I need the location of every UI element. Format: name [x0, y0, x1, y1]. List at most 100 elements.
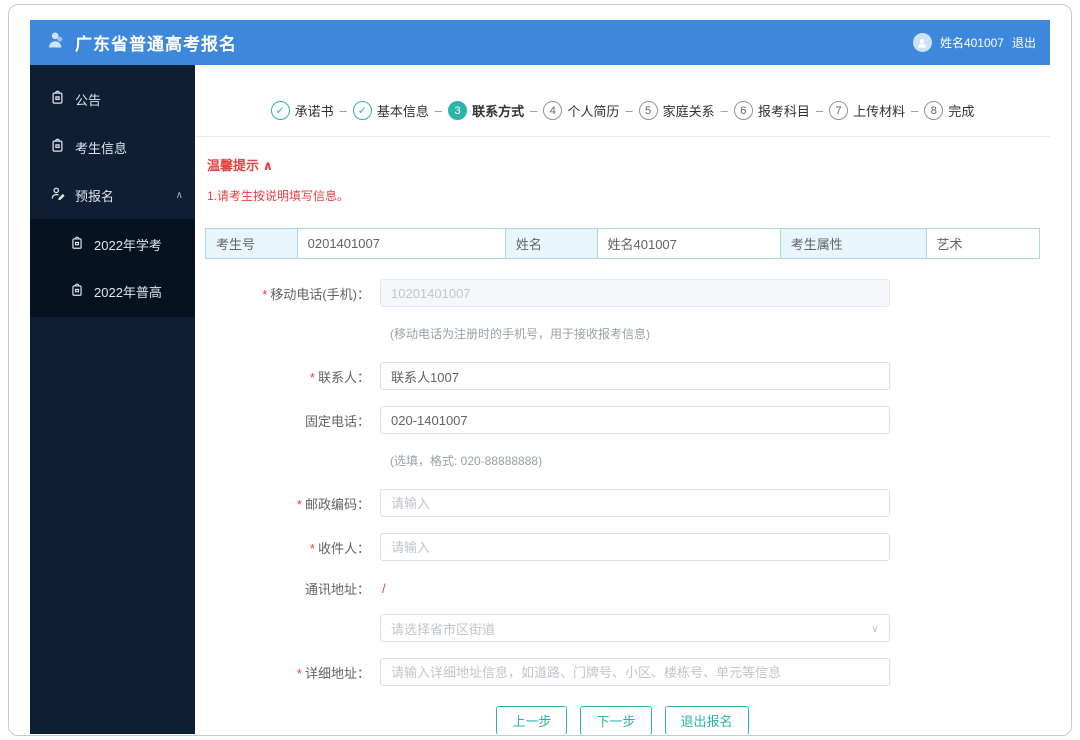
sidebar-item-label: 2022年普高: [94, 285, 162, 300]
next-step-button[interactable]: 下一步: [580, 706, 652, 734]
step-upload: 7 上传材料: [829, 101, 905, 120]
sidebar-item-preregistration[interactable]: 预报名 ∧: [30, 171, 195, 219]
person-pen-icon: [50, 186, 65, 204]
clipboard-icon: [50, 138, 65, 156]
user-avatar-icon: [912, 33, 932, 52]
table-value-attribute: 艺术: [926, 229, 1039, 258]
header-user-area: 姓名401007 退出: [912, 33, 1036, 52]
step-contact-info: 3 联系方式: [448, 101, 524, 120]
user-name: 姓名401007: [939, 36, 1004, 50]
page-title: 广东省普通高考报名: [75, 35, 237, 54]
sidebar-item-2022-xuekao[interactable]: 2022年学考: [30, 221, 195, 268]
region-select-placeholder: 请选择省市区街道: [391, 621, 496, 637]
tips-title-toggle[interactable]: 温馨提示 ∧: [207, 155, 1038, 174]
step-separator: –: [434, 103, 443, 118]
mobile-phone-row: 移动电话(手机)：: [195, 279, 1050, 307]
step-label: 承诺书: [294, 104, 334, 119]
contact-form: 移动电话(手机)： (移动电话为注册时的手机号，用于接收报考信息) 联系人： 固…: [195, 259, 1050, 734]
postcode-row: 邮政编码：: [195, 489, 1050, 517]
mobile-phone-label: 移动电话(手机)：: [195, 284, 380, 303]
mobile-phone-note: (移动电话为注册时的手机号，用于接收报考信息): [390, 327, 650, 341]
step-number: 3: [448, 101, 468, 120]
table-header-attribute: 考生属性: [780, 229, 927, 258]
step-number: 8: [924, 101, 944, 120]
postcode-label: 邮政编码：: [195, 494, 380, 513]
detail-address-label: 详细地址：: [195, 663, 380, 682]
app-window: 广东省普通高考报名 姓名401007 退出 公告 考生信息 预报名 ∧ 2022…: [30, 20, 1050, 734]
recipient-row: 收件人：: [195, 533, 1050, 561]
prev-step-button[interactable]: 上一步: [496, 706, 568, 734]
exit-registration-button[interactable]: 退出报名: [664, 706, 749, 734]
warm-tips: 温馨提示 ∧ 1.请考生按说明填写信息。: [195, 137, 1050, 204]
mobile-phone-field: [380, 279, 890, 307]
step-separator: –: [911, 103, 919, 118]
step-label: 个人简历: [567, 104, 620, 119]
sidebar-item-label: 公告: [75, 92, 102, 108]
sidebar-item-label: 预报名: [75, 188, 115, 204]
main-content: ✓ 承诺书 – ✓ 基本信息 – 3 联系方式 – 4 个人简历 – 5 家庭关…: [195, 65, 1050, 734]
sidebar-item-2022-pugao[interactable]: 2022年普高: [30, 268, 195, 315]
chevron-down-icon: ∨: [870, 622, 879, 635]
header-brand: 广东省普通高考报名: [46, 30, 237, 55]
step-label: 完成: [948, 104, 975, 119]
region-select[interactable]: 请选择省市区街道 ∨: [380, 614, 890, 642]
form-actions: 上一步 下一步 退出报名: [195, 706, 1050, 734]
check-icon: ✓: [352, 101, 372, 120]
step-label: 基本信息: [376, 104, 429, 119]
step-number: 4: [543, 101, 563, 120]
step-label: 上传材料: [853, 104, 906, 119]
step-wizard: ✓ 承诺书 – ✓ 基本信息 – 3 联系方式 – 4 个人简历 – 5 家庭关…: [195, 65, 1050, 137]
sidebar: 公告 考生信息 预报名 ∧ 2022年学考 2022年普高: [30, 65, 195, 734]
sidebar-item-label: 2022年学考: [94, 238, 162, 253]
detail-address-field[interactable]: [380, 658, 890, 686]
table-header-candidate-no: 考生号: [206, 229, 298, 258]
sidebar-item-announcements[interactable]: 公告: [30, 75, 195, 123]
check-icon: ✓: [270, 101, 290, 120]
step-subjects: 6 报考科目: [733, 101, 810, 120]
step-resume: 4 个人简历: [543, 101, 619, 120]
sidebar-item-label: 考生信息: [75, 140, 128, 156]
sidebar-item-candidate-info[interactable]: 考生信息: [30, 123, 195, 171]
collapse-arrow-icon[interactable]: ∧: [176, 190, 183, 201]
landline-label: 固定电话：: [304, 413, 370, 429]
postcode-field[interactable]: [380, 489, 890, 517]
step-separator: –: [815, 103, 824, 118]
tips-line-1: 1.请考生按说明填写信息。: [207, 189, 350, 203]
region-select-row: 请选择省市区街道 ∨: [195, 614, 1050, 642]
recipient-label: 收件人：: [195, 538, 380, 557]
candidate-summary-table: 考生号 0201401007 姓名 姓名401007 考生属性 艺术: [205, 228, 1040, 259]
mailing-address-slash: /: [382, 581, 386, 596]
step-number: 5: [638, 101, 658, 120]
step-promise: ✓ 承诺书: [270, 101, 334, 120]
step-label: 联系方式: [472, 104, 525, 119]
mailing-address-row: 通讯地址： /: [195, 579, 1050, 598]
top-header: 广东省普通高考报名 姓名401007 退出: [30, 20, 1050, 65]
step-separator: –: [339, 103, 347, 118]
contact-person-field[interactable]: [380, 362, 890, 390]
table-value-name: 姓名401007: [597, 229, 781, 258]
landline-field[interactable]: [380, 406, 890, 434]
step-separator: –: [530, 103, 538, 118]
step-basic-info: ✓ 基本信息: [352, 101, 429, 120]
mailing-address-label: 通讯地址：: [304, 582, 370, 597]
step-separator: –: [720, 103, 728, 118]
logout-button[interactable]: 退出: [1012, 34, 1036, 51]
contact-person-label: 联系人：: [195, 367, 380, 386]
step-finish: 8 完成: [924, 101, 974, 120]
landline-note: (选填，格式: 020-88888888): [390, 454, 543, 468]
recipient-field[interactable]: [380, 533, 890, 561]
step-number: 7: [829, 101, 849, 120]
clipboard-icon: [50, 90, 65, 108]
contact-person-row: 联系人：: [195, 362, 1050, 390]
table-header-name: 姓名: [505, 229, 598, 258]
landline-row: 固定电话：: [195, 406, 1050, 434]
detail-address-row: 详细地址：: [195, 658, 1050, 686]
table-value-candidate-no: 0201401007: [297, 229, 506, 258]
app-logo-person-icon: [46, 30, 66, 55]
clipboard-icon: [70, 236, 84, 253]
step-label: 家庭关系: [662, 104, 715, 119]
clipboard-icon: [70, 283, 84, 300]
sidebar-submenu: 2022年学考 2022年普高: [30, 219, 195, 317]
step-family: 5 家庭关系: [638, 101, 715, 120]
step-number: 6: [733, 101, 753, 120]
